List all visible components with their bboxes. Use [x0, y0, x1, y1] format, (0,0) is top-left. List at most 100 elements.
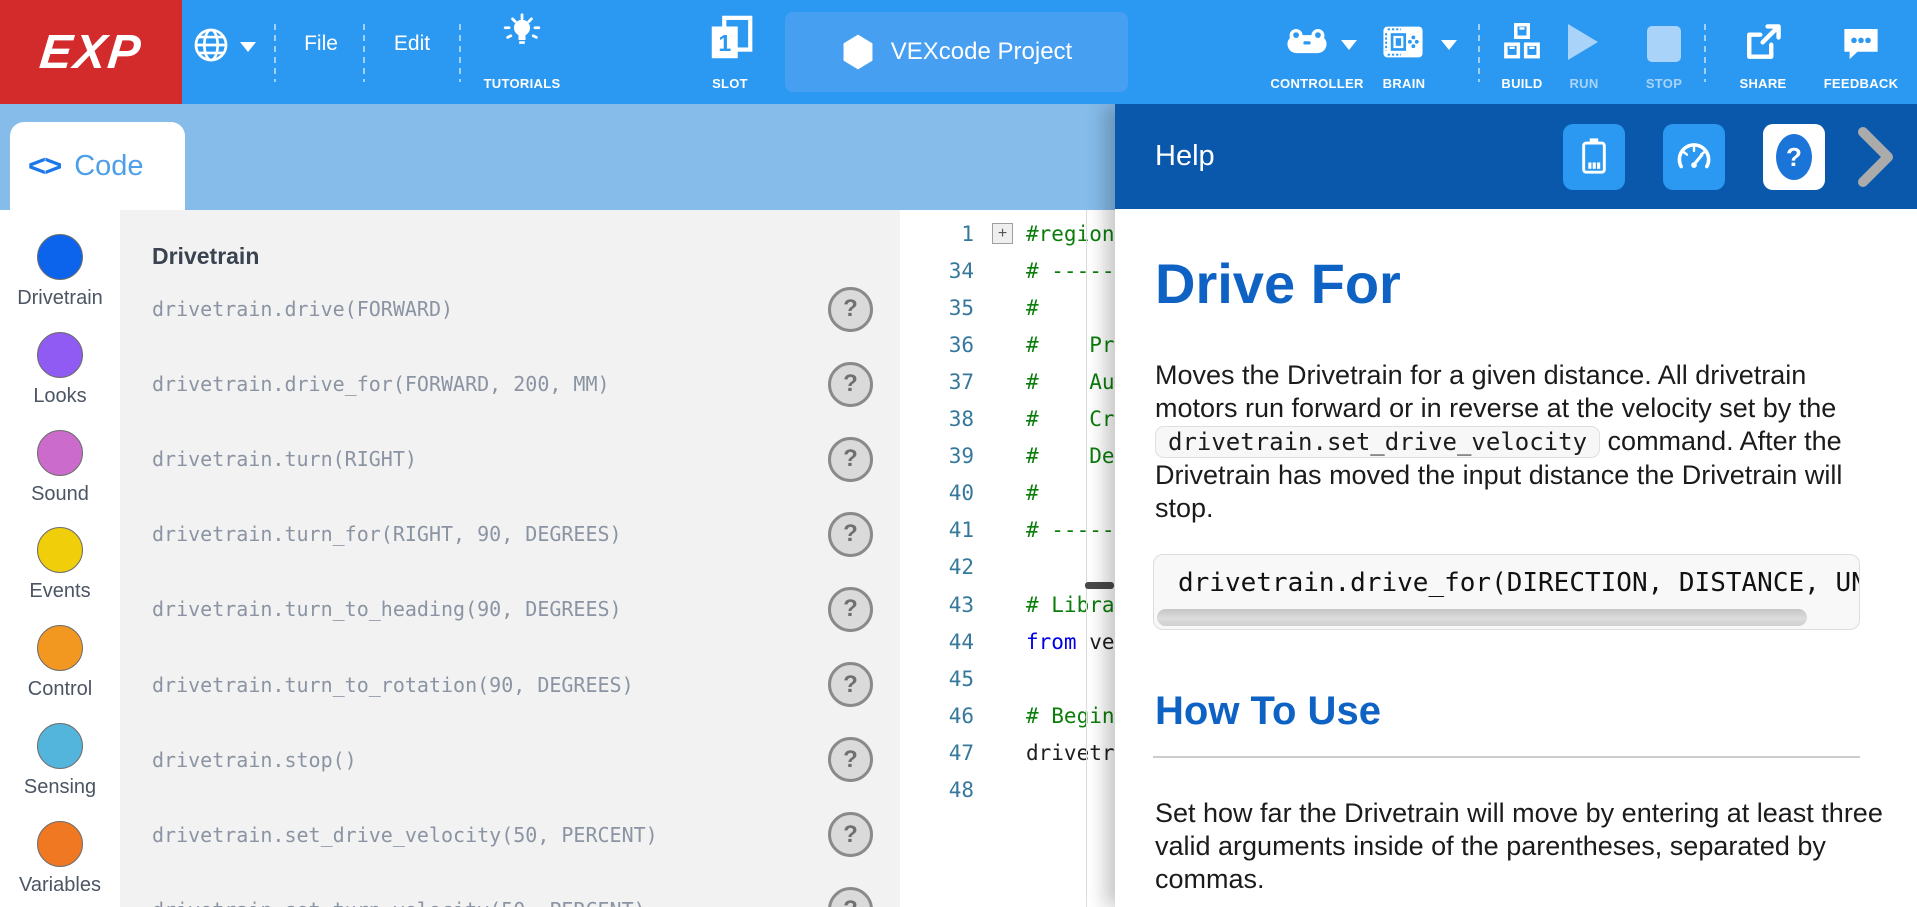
run-icon[interactable]	[1568, 24, 1598, 60]
tab-code[interactable]: <> Code	[10, 122, 185, 210]
editor-line[interactable]: 41# ------------------------------------…	[900, 512, 1115, 549]
command-help-button[interactable]: ?	[828, 362, 873, 407]
command-row[interactable]: drivetrain.set_drive_velocity(50, PERCEN…	[120, 797, 900, 872]
how-to-use-heading: How To Use	[1155, 689, 1381, 734]
code-text: # --------------------------------------…	[1026, 518, 1115, 542]
editor-line[interactable]: 37# Author:	[900, 363, 1115, 400]
command-help-button[interactable]: ?	[828, 737, 873, 782]
sidebar-item-variables[interactable]: Variables	[0, 821, 120, 897]
controller-button[interactable]	[1284, 22, 1330, 62]
help-toggle-button[interactable]: ?	[1763, 124, 1825, 190]
brain-button[interactable]	[1380, 22, 1426, 62]
editor-line[interactable]: 47drivetrain.drive_for(FORWARD, 200, MM)	[900, 734, 1115, 771]
command-help-button[interactable]: ?	[828, 437, 873, 482]
feedback-button[interactable]	[1840, 22, 1882, 64]
category-label: Events	[0, 580, 120, 603]
editor-line[interactable]: 44from vex import *	[900, 623, 1115, 660]
editor-line[interactable]: 43 # Library imports	[900, 586, 1115, 623]
code-text: # Created:	[1026, 407, 1115, 431]
help-panel-header: Help	[1115, 104, 1917, 209]
code-token: from	[1026, 630, 1077, 654]
sidebar-item-events[interactable]: Events	[0, 527, 120, 603]
editor-line[interactable]: 45	[900, 660, 1115, 697]
line-number: 46	[900, 704, 978, 728]
editor-edge-line	[1086, 210, 1087, 907]
editor-line[interactable]: 35 #	[900, 289, 1115, 326]
editor-line[interactable]: 40#	[900, 475, 1115, 512]
command-row[interactable]: drivetrain.turn_to_rotation(90, DEGREES)…	[120, 647, 900, 722]
stop-icon[interactable]	[1647, 26, 1681, 62]
editor-line[interactable]: 39# Description:	[900, 438, 1115, 475]
brain-label: BRAIN	[1360, 76, 1448, 96]
command-row[interactable]: drivetrain.set_turn_velocity(50, PERCENT…	[120, 872, 900, 907]
editor-line[interactable]: 48	[900, 772, 1115, 809]
sidebar-item-sound[interactable]: Sound	[0, 430, 120, 506]
command-help-button[interactable]: ?	[828, 812, 873, 857]
command-row[interactable]: drivetrain.drive_for(FORWARD, 200, MM)?	[120, 347, 900, 422]
code-tab-label: Code	[74, 150, 143, 183]
code-token: #	[1026, 481, 1051, 505]
project-name-button[interactable]: VEXcode Project	[785, 12, 1128, 92]
command-help-button[interactable]: ?	[828, 512, 873, 557]
toolbar-separator	[274, 24, 276, 82]
command-help-button[interactable]: ?	[828, 887, 873, 907]
slot-label: SLOT	[700, 76, 760, 96]
command-text: drivetrain.drive(FORWARD)	[152, 297, 453, 321]
line-number: 37	[900, 370, 978, 394]
file-menu[interactable]: File	[290, 0, 352, 88]
line-number: 35	[900, 296, 978, 320]
controller-caret-icon[interactable]	[1341, 40, 1357, 50]
editor-line[interactable]: 46 # Begin project code	[900, 697, 1115, 734]
editor-line[interactable]: 34# ------------------------------------…	[900, 252, 1115, 289]
code-example-scrollbar[interactable]	[1157, 609, 1807, 626]
code-editor[interactable]: 1+#region VEXcode Generated Robot Config…	[900, 210, 1115, 907]
command-help-button[interactable]: ?	[828, 287, 873, 332]
command-text: drivetrain.turn_to_rotation(90, DEGREES)	[152, 673, 634, 697]
sidebar-item-control[interactable]: Control	[0, 625, 120, 701]
command-help-button[interactable]: ?	[828, 662, 873, 707]
vexcode-app-window: EXP File Edit	[0, 0, 1917, 907]
command-row[interactable]: drivetrain.turn_to_heading(90, DEGREES)?	[120, 572, 900, 647]
line-number: 43	[900, 593, 978, 617]
editor-line[interactable]: 1+#region VEXcode Generated Robot Config…	[900, 215, 1115, 252]
fold-toggle-icon[interactable]: +	[992, 223, 1013, 244]
dashboard-button[interactable]	[1663, 124, 1725, 190]
slot-button[interactable]: 1 SLOT	[700, 0, 760, 104]
command-row[interactable]: drivetrain.turn(RIGHT)?	[120, 422, 900, 497]
collapse-panel-button[interactable]	[1857, 126, 1895, 188]
edit-menu[interactable]: Edit	[380, 0, 444, 88]
command-text: drivetrain.turn_for(RIGHT, 90, DEGREES)	[152, 522, 622, 546]
tutorials-button[interactable]: TUTORIALS	[476, 0, 568, 104]
sidebar-item-looks[interactable]: Looks	[0, 332, 120, 408]
editor-line[interactable]: 38# Created:	[900, 401, 1115, 438]
help-panel: Help	[1115, 104, 1917, 907]
device-info-button[interactable]	[1563, 124, 1625, 190]
sidebar-item-sensing[interactable]: Sensing	[0, 723, 120, 799]
editor-line[interactable]: 36# Project:	[900, 326, 1115, 363]
command-row[interactable]: drivetrain.turn_for(RIGHT, 90, DEGREES)?	[120, 497, 900, 572]
code-token: # --------------------------------------…	[1026, 259, 1115, 283]
exp-logo-text: EXP	[37, 25, 145, 80]
command-row[interactable]: drivetrain.drive(FORWARD)?	[120, 272, 900, 347]
command-text: drivetrain.set_turn_velocity(50, PERCENT…	[152, 898, 646, 907]
code-token: #region VEXcode Generated Robot Configur…	[1026, 222, 1115, 246]
code-text: #	[1026, 296, 1051, 320]
editor-scrollbar-thumb[interactable]	[1085, 582, 1114, 589]
help-panel-title: Help	[1155, 104, 1215, 209]
share-button[interactable]	[1741, 20, 1785, 64]
code-text: # Begin project code	[1026, 704, 1115, 728]
category-label: Drivetrain	[0, 287, 120, 310]
brain-caret-icon[interactable]	[1441, 40, 1457, 50]
line-number: 44	[900, 630, 978, 654]
code-text: # Library imports	[1026, 593, 1115, 617]
build-button[interactable]	[1500, 20, 1544, 64]
language-caret-icon[interactable]	[240, 42, 256, 52]
language-menu[interactable]	[192, 26, 230, 64]
controller-label: CONTROLLER	[1262, 76, 1372, 96]
command-help-button[interactable]: ?	[828, 587, 873, 632]
command-row[interactable]: drivetrain.stop()?	[120, 722, 900, 797]
sidebar-item-drivetrain[interactable]: Drivetrain	[0, 234, 120, 310]
category-label: Control	[0, 678, 120, 701]
editor-line[interactable]: 42	[900, 549, 1115, 586]
line-number: 42	[900, 555, 978, 579]
